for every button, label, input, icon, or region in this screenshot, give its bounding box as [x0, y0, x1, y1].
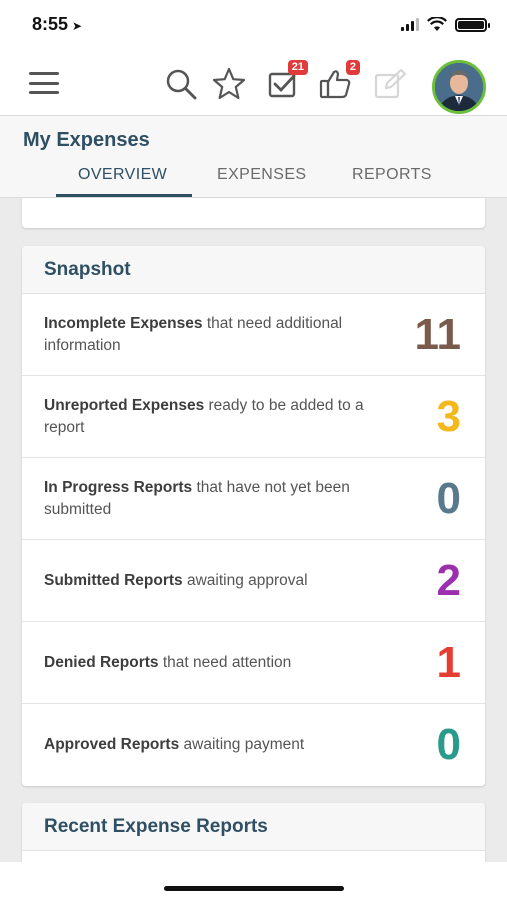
incomplete-expenses-count: 11 — [414, 309, 461, 359]
snapshot-row-denied-reports[interactable]: Denied Reports that need attention 1 — [22, 622, 485, 704]
in-progress-reports-count: 0 — [436, 473, 461, 523]
previous-card — [22, 198, 485, 228]
status-time: 8:55 ➤ — [32, 14, 83, 34]
row-description: Unreported Expenses ready to be added to… — [44, 396, 364, 436]
tab-expenses[interactable]: EXPENSES — [217, 166, 306, 184]
star-icon[interactable] — [211, 66, 247, 102]
likes-badge: 2 — [345, 60, 360, 75]
row-description: In Progress Reports that have not yet be… — [44, 478, 350, 518]
search-icon[interactable] — [163, 66, 199, 102]
snapshot-row-unreported-expenses[interactable]: Unreported Expenses ready to be added to… — [22, 376, 485, 458]
snapshot-row-approved-reports[interactable]: Approved Reports awaiting payment 0 — [22, 704, 485, 786]
tab-bar: OVERVIEW EXPENSES REPORTS — [0, 166, 507, 198]
snapshot-title: Snapshot — [22, 246, 485, 294]
wifi-icon — [427, 17, 447, 31]
row-description: Approved Reports awaiting payment — [44, 736, 305, 753]
recent-expense-reports-title: Recent Expense Reports — [22, 803, 485, 851]
bottom-bar — [0, 862, 507, 900]
snapshot-row-submitted-reports[interactable]: Submitted Reports awaiting approval 2 — [22, 540, 485, 622]
home-indicator[interactable] — [164, 886, 344, 891]
submitted-reports-count: 2 — [436, 555, 461, 605]
approvals-badge: 21 — [287, 60, 308, 75]
battery-icon — [455, 17, 490, 32]
tab-overview[interactable]: OVERVIEW — [78, 166, 167, 184]
cellular-signal-icon — [401, 18, 419, 31]
top-toolbar: 21 2 — [0, 52, 507, 116]
thumbs-up-icon[interactable]: 2 — [318, 60, 360, 102]
tab-reports[interactable]: REPORTS — [352, 166, 432, 184]
user-avatar[interactable] — [432, 60, 486, 114]
location-arrow-icon: ➤ — [72, 19, 83, 33]
status-bar: 8:55 ➤ — [0, 0, 507, 52]
row-description: Submitted Reports awaiting approval — [44, 571, 308, 589]
snapshot-card: Snapshot Incomplete Expenses that need a… — [22, 246, 485, 786]
status-icons — [401, 17, 490, 32]
row-description: Incomplete Expenses that need additional… — [44, 314, 343, 354]
approved-reports-count: 0 — [436, 720, 461, 769]
page-header: My Expenses OVERVIEW EXPENSES REPORTS — [0, 116, 507, 198]
denied-reports-count: 1 — [436, 637, 461, 687]
snapshot-row-incomplete-expenses[interactable]: Incomplete Expenses that need additional… — [22, 294, 485, 376]
approvals-checkbox-icon[interactable]: 21 — [266, 60, 308, 102]
snapshot-row-in-progress-reports[interactable]: In Progress Reports that have not yet be… — [22, 458, 485, 540]
row-description: Denied Reports that need attention — [44, 653, 292, 671]
compose-icon[interactable] — [372, 66, 408, 102]
menu-icon[interactable] — [29, 72, 59, 94]
page-title: My Expenses — [23, 129, 150, 151]
unreported-expenses-count: 3 — [436, 391, 461, 441]
active-tab-indicator — [56, 194, 192, 197]
